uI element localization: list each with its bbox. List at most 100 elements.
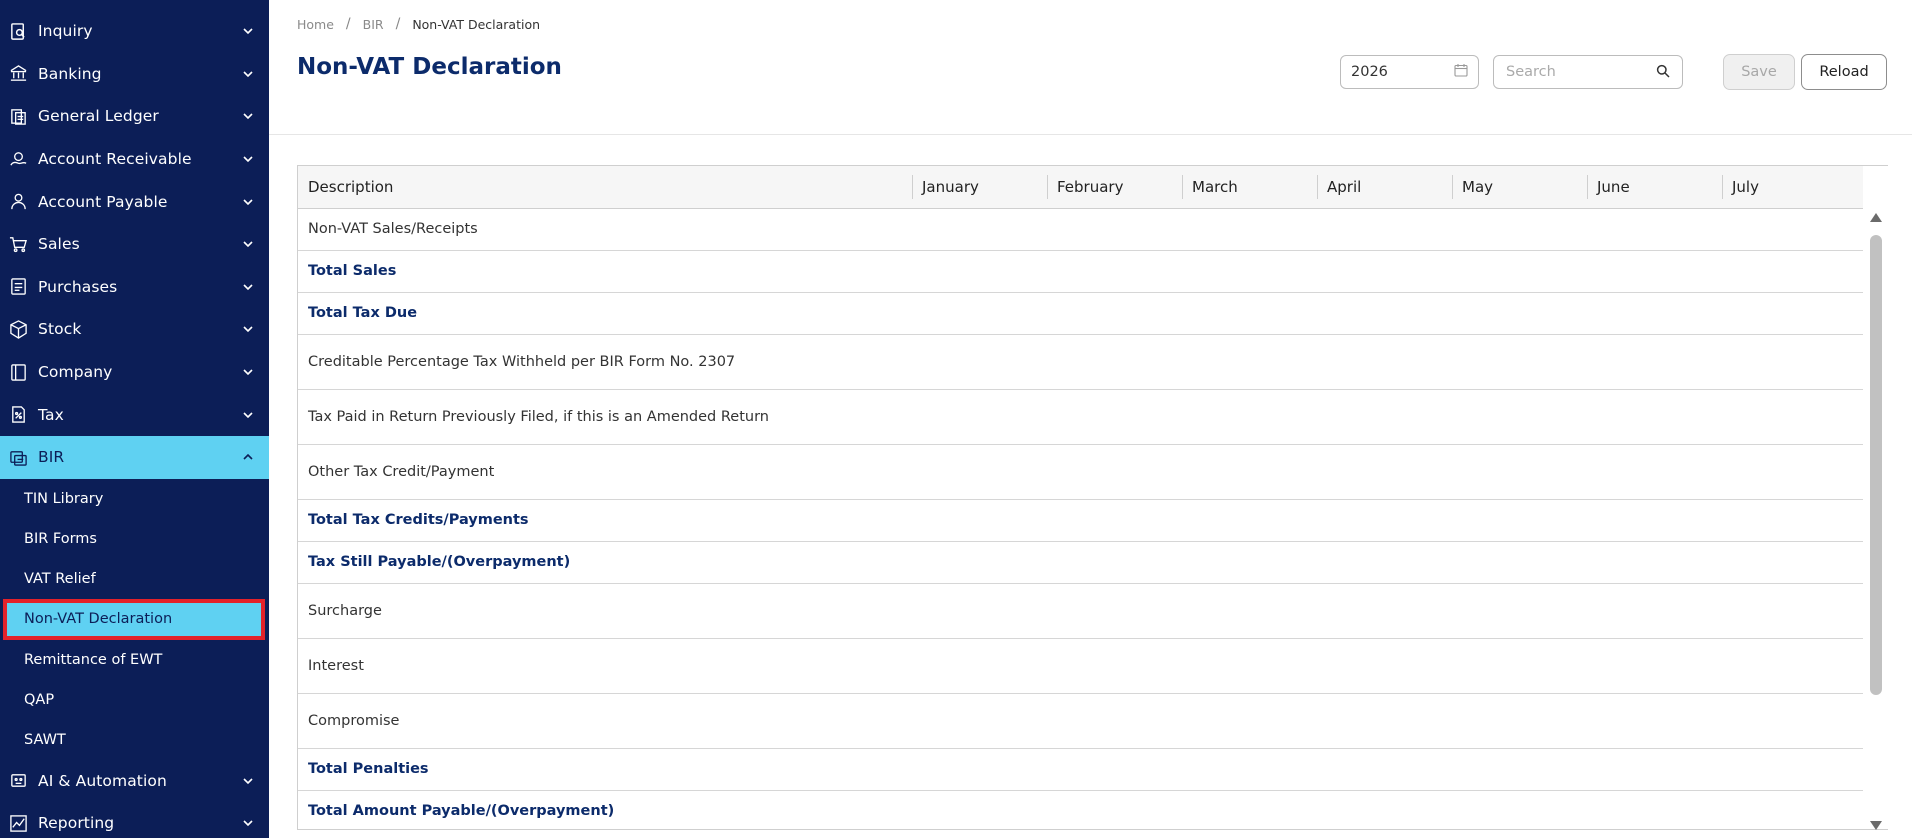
table-row: Tax Still Payable/(Overpayment): [298, 541, 1863, 584]
breadcrumb-separator: /: [395, 16, 401, 32]
table-row: Compromise: [298, 693, 1863, 749]
sidebar-item-account-receivable[interactable]: Account Receivable: [0, 138, 269, 181]
sidebar-item-bir[interactable]: BIR: [0, 435, 269, 479]
chevron-down-icon: [241, 774, 255, 788]
row-description: Interest: [298, 638, 1863, 694]
sidebar-item-company[interactable]: Company: [0, 351, 269, 394]
sidebar-subitem-non-vat-declaration[interactable]: Non-VAT Declaration: [3, 598, 265, 640]
declaration-table: Description January February March April…: [297, 165, 1888, 830]
reload-button[interactable]: Reload: [1801, 54, 1887, 90]
sidebar-item-label: Stock: [38, 320, 82, 339]
row-description: Non-VAT Sales/Receipts: [298, 208, 1863, 251]
sidebar-subitem-qap[interactable]: QAP: [0, 680, 269, 720]
year-picker[interactable]: 2026: [1340, 55, 1479, 89]
table-row: Total Amount Payable/(Overpayment): [298, 790, 1863, 829]
table-row: Total Penalties: [298, 748, 1863, 791]
table-row: Tax Paid in Return Previously Filed, if …: [298, 389, 1863, 445]
sidebar-subitem-bir-forms[interactable]: BIR Forms: [0, 519, 269, 559]
search-input[interactable]: [1506, 64, 1656, 80]
scroll-up-icon[interactable]: [1870, 213, 1882, 222]
table-row: Other Tax Credit/Payment: [298, 444, 1863, 500]
chevron-down-icon: [241, 152, 255, 166]
table-row: Total Tax Due: [298, 292, 1863, 335]
sidebar-subitem-remittance-of-ewt[interactable]: Remittance of EWT: [0, 640, 269, 680]
sidebar-item-reporting[interactable]: Reporting: [0, 802, 269, 838]
breadcrumb-home[interactable]: Home: [297, 17, 334, 32]
sidebar-item-label: General Ledger: [38, 107, 159, 126]
column-header[interactable]: February: [1047, 166, 1182, 209]
chevron-down-icon: [241, 816, 255, 830]
table-row: Surcharge: [298, 583, 1863, 639]
chevron-down-icon: [241, 67, 255, 81]
sidebar-item-label: Inquiry: [38, 22, 93, 41]
row-description: Creditable Percentage Tax Withheld per B…: [298, 334, 1863, 390]
sidebar-subitem-sawt[interactable]: SAWT: [0, 720, 269, 760]
bir-icon: [8, 447, 28, 467]
row-description: Tax Paid in Return Previously Filed, if …: [298, 389, 1863, 445]
sidebar-item-label: Banking: [38, 64, 102, 83]
breadcrumb-separator: /: [345, 16, 351, 32]
sidebar-item-banking[interactable]: Banking: [0, 53, 269, 96]
chevron-down-icon: [241, 408, 255, 422]
table-header-row: Description January February March April…: [298, 166, 1863, 209]
sidebar-item-label: Tax: [38, 405, 64, 424]
page-title: Non-VAT Declaration: [297, 54, 562, 80]
column-header[interactable]: July: [1722, 166, 1863, 209]
save-button[interactable]: Save: [1723, 54, 1795, 90]
column-header[interactable]: April: [1317, 166, 1452, 209]
breadcrumb: Home / BIR / Non-VAT Declaration: [297, 16, 540, 32]
search-field[interactable]: [1493, 55, 1683, 89]
sidebar-subitem-vat-relief[interactable]: VAT Relief: [0, 559, 269, 599]
tax-icon: [8, 405, 28, 425]
sidebar-item-label: AI & Automation: [38, 771, 167, 790]
sidebar-item-purchases[interactable]: Purchases: [0, 266, 269, 309]
column-header[interactable]: January: [912, 166, 1047, 209]
sidebar-item-general-ledger[interactable]: General Ledger: [0, 95, 269, 138]
sidebar-item-account-payable[interactable]: Account Payable: [0, 180, 269, 223]
sidebar: Inquiry Banking General Ledger Account R…: [0, 0, 269, 838]
scrollbar-thumb[interactable]: [1870, 235, 1882, 695]
chevron-down-icon: [241, 195, 255, 209]
row-description: Total Sales: [298, 250, 1863, 293]
sidebar-item-sales[interactable]: Sales: [0, 223, 269, 266]
row-description: Other Tax Credit/Payment: [298, 444, 1863, 500]
ledger-icon: [8, 106, 28, 126]
chevron-down-icon: [241, 24, 255, 38]
payable-icon: [8, 192, 28, 212]
breadcrumb-current: Non-VAT Declaration: [412, 16, 541, 32]
breadcrumb-bir[interactable]: BIR: [363, 17, 384, 32]
row-description: Total Penalties: [298, 748, 1863, 791]
year-value: 2026: [1351, 64, 1388, 80]
sidebar-item-inquiry[interactable]: Inquiry: [0, 10, 269, 53]
row-description: Tax Still Payable/(Overpayment): [298, 541, 1863, 584]
calendar-icon: [1454, 63, 1468, 81]
sidebar-subitem-tin-library[interactable]: TIN Library: [0, 479, 269, 519]
box-icon: [8, 319, 28, 339]
main-content: Home / BIR / Non-VAT Declaration Non-VAT…: [269, 0, 1912, 838]
column-header[interactable]: June: [1587, 166, 1722, 209]
column-header[interactable]: May: [1452, 166, 1587, 209]
search-icon[interactable]: [1656, 63, 1670, 82]
purchases-icon: [8, 277, 28, 297]
robot-icon: [8, 771, 28, 791]
sidebar-item-label: BIR: [38, 448, 65, 467]
table-row: Total Tax Credits/Payments: [298, 499, 1863, 542]
row-description: Total Tax Due: [298, 292, 1863, 335]
table-row: Creditable Percentage Tax Withheld per B…: [298, 334, 1863, 390]
table-scrollbar[interactable]: [1865, 207, 1887, 837]
chart-icon: [8, 813, 28, 833]
company-icon: [8, 362, 28, 382]
chevron-up-icon: [241, 450, 255, 464]
sidebar-item-tax[interactable]: Tax: [0, 393, 269, 436]
sidebar-item-label: Sales: [38, 235, 80, 254]
sidebar-item-label: Account Payable: [38, 192, 168, 211]
sidebar-item-label: Purchases: [38, 277, 118, 296]
column-header[interactable]: Description: [298, 166, 912, 209]
sidebar-item-ai-automation[interactable]: AI & Automation: [0, 760, 269, 803]
sidebar-item-label: Company: [38, 363, 113, 382]
scroll-down-icon[interactable]: [1870, 821, 1882, 830]
chevron-down-icon: [241, 109, 255, 123]
sidebar-item-stock[interactable]: Stock: [0, 308, 269, 351]
table-row: Non-VAT Sales/Receipts: [298, 208, 1863, 251]
column-header[interactable]: March: [1182, 166, 1317, 209]
